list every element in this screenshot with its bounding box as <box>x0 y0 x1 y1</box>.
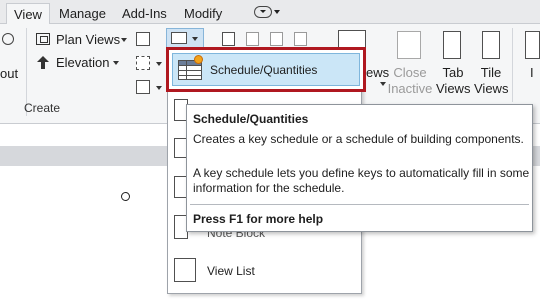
switch-windows-dropdown-icon[interactable] <box>380 82 386 86</box>
section-icon[interactable] <box>136 32 150 46</box>
tile-views-icon <box>482 31 500 59</box>
tooltip-help: Press F1 for more help <box>193 212 324 226</box>
schedules-dropdown-icon[interactable] <box>192 37 198 41</box>
ribbon-display-toggle-icon[interactable] <box>254 6 272 18</box>
legends-dropdown-icon[interactable] <box>156 86 162 90</box>
plan-views-button[interactable]: Plan Views <box>56 32 120 48</box>
tile-views-button[interactable]: Tile Views <box>474 65 508 97</box>
callout-dropdown-icon[interactable] <box>156 62 162 66</box>
tab-add-ins[interactable]: Add-Ins <box>115 3 174 24</box>
switch-windows-label: ews <box>366 65 390 80</box>
tooltip: Schedule/Quantities Creates a key schedu… <box>186 104 533 232</box>
elevation-icon <box>36 56 50 69</box>
revisions-icon[interactable] <box>270 32 283 46</box>
plan-views-icon <box>36 33 50 45</box>
sheet-icon[interactable] <box>222 32 235 46</box>
tooltip-title: Schedule/Quantities <box>193 112 309 126</box>
schedule-quantities-label: Schedule/Quantities <box>210 63 318 77</box>
panel-separator <box>512 28 513 102</box>
cut-off-user-interface-icon[interactable] <box>525 31 540 59</box>
close-inactive-icon <box>397 31 421 59</box>
plan-views-dropdown-icon[interactable] <box>121 38 127 42</box>
view-list-icon <box>174 258 196 282</box>
close-inactive-button[interactable]: Close Inactive <box>387 65 433 97</box>
cut-off-tool-label: out <box>0 66 19 81</box>
schedule-quantities-highlight: Schedule/Quantities <box>172 53 360 86</box>
tab-manage[interactable]: Manage <box>52 3 113 24</box>
tooltip-description: Creates a key schedule or a schedule of … <box>193 132 524 146</box>
schedule-quantities-item[interactable]: Schedule/Quantities <box>166 47 366 92</box>
cursor-icon <box>121 192 130 201</box>
new-sparkle-icon <box>194 55 203 64</box>
tab-views-button[interactable]: Tab Views <box>436 65 470 97</box>
schedules-icon <box>171 32 187 44</box>
elevation-dropdown-icon[interactable] <box>113 61 119 65</box>
cut-off-right-label: I <box>530 65 534 80</box>
tooltip-detail: A key schedule lets you define keys to a… <box>193 166 530 195</box>
elevation-button[interactable]: Elevation <box>56 55 109 71</box>
guide-grid-icon[interactable] <box>294 32 307 46</box>
view-list-item[interactable]: View List <box>207 264 255 278</box>
tab-views-icon <box>443 31 461 59</box>
tab-modify[interactable]: Modify <box>177 3 229 24</box>
legends-icon[interactable] <box>136 80 150 94</box>
title-block-icon[interactable] <box>246 32 259 46</box>
cut-off-tool-icon[interactable] <box>2 33 14 45</box>
panel-label-create: Create <box>24 101 61 115</box>
tab-view[interactable]: View <box>6 3 50 24</box>
callout-icon[interactable] <box>136 56 150 70</box>
tooltip-separator <box>190 204 529 205</box>
ribbon-display-dropdown-icon[interactable] <box>274 10 280 14</box>
